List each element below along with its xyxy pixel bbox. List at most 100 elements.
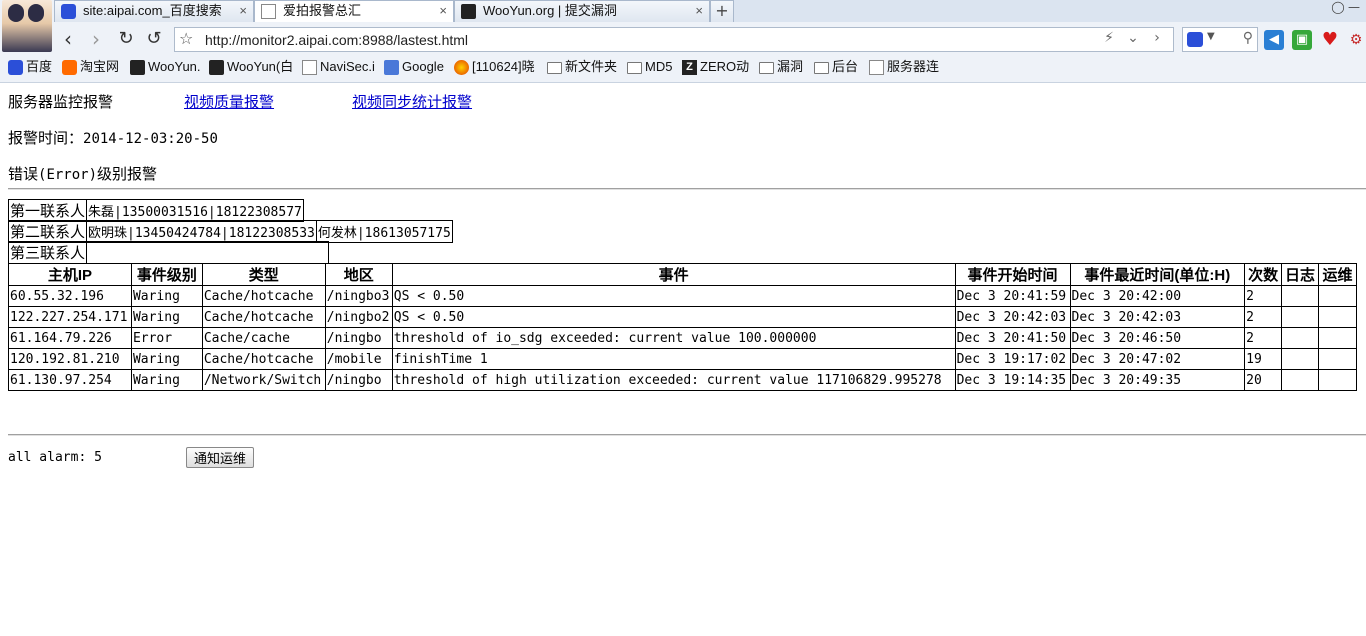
bookmark-label: 百度	[26, 59, 53, 74]
tab-label: WooYun.org | 提交漏洞	[483, 3, 617, 18]
cell-ops	[1318, 306, 1357, 328]
baidu-paw-icon	[61, 4, 76, 19]
cell-host-ip: 61.164.79.226	[8, 327, 132, 349]
search-icon[interactable]: ⚲	[1243, 30, 1253, 46]
cell-event-level: Error	[130, 327, 203, 349]
contact-extra: 何发林|18613057175	[315, 220, 453, 243]
table-row: 61.130.97.254 Waring/Network/Switch/ningb…	[8, 369, 1357, 391]
level-suffix: 级别报警	[97, 166, 158, 183]
bookmark-wooyun[interactable]: WooYun.	[130, 57, 201, 77]
bookmark-google[interactable]: Google	[384, 57, 444, 77]
divider	[8, 188, 1366, 190]
contacts-table-2: 第二联系人 欧明珠|13450424784|18122308533 何发林|18…	[7, 220, 453, 243]
bookmark-server[interactable]: 服务器连	[869, 57, 939, 77]
minimize-icon[interactable]: —	[1346, 0, 1362, 14]
bookmark-admin[interactable]: 后台	[814, 57, 858, 77]
bookmark-taobao[interactable]: 淘宝网	[62, 57, 119, 77]
wooyun-icon	[209, 60, 224, 75]
baidu-paw-icon[interactable]	[1187, 32, 1203, 47]
cell-event-level: Waring	[130, 348, 203, 370]
cell-recent-time: Dec 3 20:42:00	[1069, 285, 1246, 307]
folder-icon	[759, 62, 774, 74]
bookmark-label: 服务器连	[887, 59, 940, 74]
bookmark-new-folder[interactable]: 新文件夹	[547, 57, 617, 77]
speaker-icon[interactable]: ◀	[1264, 30, 1284, 50]
address-bar-actions: ⚡ ⌄ ›	[1097, 30, 1169, 46]
cell-ops	[1318, 285, 1357, 307]
tab-baidu-search[interactable]: site:aipai.com_百度搜索 ×	[54, 0, 254, 22]
search-box[interactable]: ▼ ⚲	[1182, 27, 1258, 52]
cell-event-level: Waring	[130, 285, 203, 307]
tab-alarm-summary[interactable]: 爱拍报警总汇 ×	[254, 0, 454, 22]
bookmark-vuln[interactable]: 漏洞	[759, 57, 803, 77]
divider	[8, 434, 1366, 436]
crop-icon[interactable]: ▣	[1292, 30, 1312, 50]
bookmark-zero[interactable]: Z ZERO动	[682, 57, 749, 77]
cell-recent-time: Dec 3 20:47:02	[1069, 348, 1246, 370]
baidu-paw-icon	[8, 60, 23, 75]
bookmark-label: ZERO动	[700, 59, 750, 74]
zero-icon: Z	[682, 60, 697, 75]
cell-start-time: Dec 3 19:17:02	[954, 348, 1071, 370]
lightning-icon[interactable]: ⚡	[1097, 30, 1121, 46]
chevron-right-icon[interactable]: ›	[1145, 30, 1169, 46]
forward-icon[interactable]: ›	[84, 28, 108, 52]
chevron-down-icon[interactable]: ⌄	[1121, 30, 1145, 46]
bookmark-navisec[interactable]: NaviSec.i	[302, 57, 375, 77]
user-avatar[interactable]	[2, 0, 52, 52]
col-ops: 运维	[1318, 263, 1357, 286]
refresh-icon[interactable]: ↻	[114, 28, 138, 52]
bookmark-label: NaviSec.i	[320, 59, 375, 74]
taobao-icon	[62, 60, 77, 75]
contact-value: 欧明珠|13450424784|18122308533	[86, 220, 317, 243]
link-video-quality-alarm[interactable]: 视频质量报警	[184, 94, 274, 111]
nav-current-server-monitor: 服务器监控报警	[8, 94, 114, 111]
address-bar[interactable]: ☆ http://monitor2.aipai.com:8988/lastest…	[174, 27, 1174, 52]
cell-recent-time: Dec 3 20:42:03	[1069, 306, 1246, 328]
cell-region: /ningbo	[324, 327, 393, 349]
contact-label: 第二联系人	[7, 220, 88, 243]
notify-ops-button[interactable]: 通知运维	[186, 447, 254, 468]
table-row: 61.164.79.226 Error Cache/cache/ningbo thre…	[8, 327, 1357, 349]
contact-value	[86, 241, 330, 264]
extension-icon[interactable]: ⚙	[1346, 30, 1366, 50]
link-video-sync-stats-alarm[interactable]: 视频同步统计报警	[352, 94, 472, 111]
level-code: (Error)	[38, 167, 98, 183]
undo-icon[interactable]: ↺	[142, 28, 166, 52]
new-tab-button[interactable]: +	[710, 0, 734, 22]
cell-type: /Network/Switch	[201, 369, 326, 391]
page-icon	[261, 4, 276, 19]
bookmark-label: MD5	[645, 59, 673, 74]
cell-count: 2	[1244, 285, 1283, 307]
contact-row-2: 第二联系人 欧明珠|13450424784|18122308533 何发林|18…	[7, 220, 453, 243]
chevron-down-icon[interactable]: ▼	[1207, 31, 1215, 42]
fire-icon	[454, 60, 469, 75]
bookmark-wooyun-white[interactable]: WooYun(白	[209, 57, 293, 77]
tab-wooyun[interactable]: WooYun.org | 提交漏洞 ×	[454, 0, 710, 22]
back-icon[interactable]: ‹	[56, 28, 80, 52]
alarm-time: 报警时间：2014-12-03:20-50	[8, 127, 218, 148]
cell-count: 2	[1244, 327, 1283, 349]
table-row: 122.227.254.171 Waring Cache/hotcache/ning…	[8, 306, 1357, 328]
bookmark-label: 漏洞	[777, 59, 804, 74]
heart-icon[interactable]: ♥	[1320, 30, 1340, 50]
cell-event: QS < 0.50	[391, 285, 956, 307]
lock-icon[interactable]: ◯	[1330, 0, 1346, 14]
star-icon[interactable]: ☆	[179, 29, 193, 48]
cell-type: Cache/hotcache	[201, 285, 326, 307]
cell-ops	[1318, 327, 1357, 349]
close-icon[interactable]: ×	[439, 1, 447, 21]
close-icon[interactable]: ×	[239, 1, 247, 21]
bookmark-md5[interactable]: MD5	[627, 57, 672, 77]
table-row: 60.55.32.196 Waring Cache/hotcache/ningbo3…	[8, 285, 1357, 307]
folder-icon	[627, 62, 642, 74]
contact-value: 朱磊|13500031516|18122308577	[86, 199, 304, 222]
url-text[interactable]: http://monitor2.aipai.com:8988/lastest.h…	[205, 32, 468, 48]
cell-host-ip: 122.227.254.171	[8, 306, 132, 328]
bookmark-baidu[interactable]: 百度	[8, 57, 52, 77]
cell-log	[1281, 348, 1319, 370]
cell-log	[1281, 327, 1319, 349]
close-icon[interactable]: ×	[695, 1, 703, 21]
cell-count: 20	[1244, 369, 1283, 391]
bookmark-110624[interactable]: [110624]晓	[454, 57, 535, 77]
